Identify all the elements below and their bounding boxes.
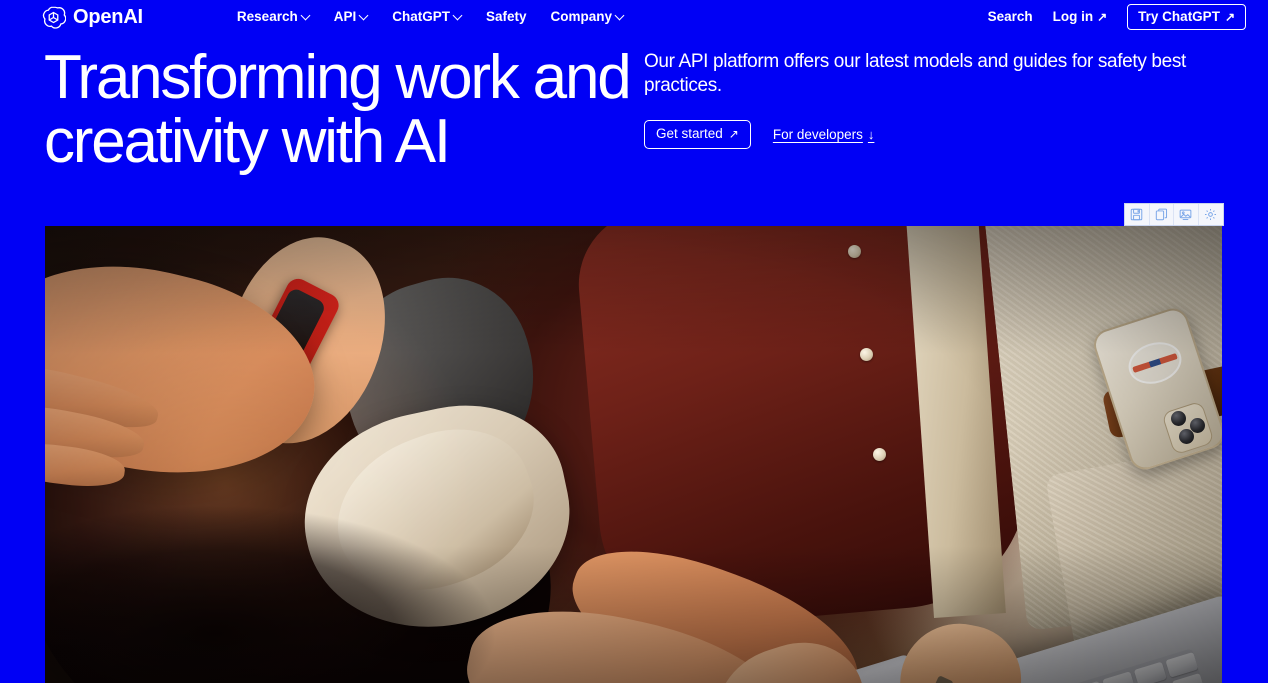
for-developers-link[interactable]: For developers ↓ bbox=[773, 127, 875, 142]
save-button[interactable] bbox=[1125, 204, 1150, 225]
nav-item-label: Research bbox=[236, 9, 298, 25]
chevron-down-icon bbox=[454, 12, 462, 20]
nav-item-label: Safety bbox=[486, 9, 527, 25]
photo-hand-typing bbox=[888, 612, 1032, 683]
chevron-down-icon bbox=[302, 12, 310, 20]
hero-copy-block: Our API platform offers our latest model… bbox=[644, 50, 1224, 149]
chevron-down-icon bbox=[616, 12, 624, 20]
photo-shirt-button bbox=[873, 448, 886, 461]
brand-logo-link[interactable]: OpenAI bbox=[41, 5, 143, 30]
search-label: Search bbox=[987, 9, 1033, 25]
openai-logo-icon bbox=[41, 5, 67, 30]
try-chatgpt-label: Try ChatGPT bbox=[1138, 8, 1220, 24]
try-chatgpt-button[interactable]: Try ChatGPT ↗ bbox=[1127, 3, 1246, 31]
photo-camera-lens bbox=[1171, 411, 1186, 426]
hero-image-content bbox=[45, 226, 1222, 683]
get-started-label: Get started bbox=[656, 126, 723, 142]
openai-homepage: OpenAI Research API ChatGPT Safety Compa… bbox=[0, 0, 1268, 683]
photo-shirt-button bbox=[860, 348, 873, 361]
nav-item-chatgpt[interactable]: ChatGPT bbox=[392, 10, 462, 24]
arrow-up-right-icon: ↗ bbox=[1097, 10, 1108, 24]
chevron-down-icon bbox=[360, 12, 368, 20]
photo-shirt-button bbox=[848, 245, 861, 258]
arrow-up-right-icon: ↗ bbox=[1224, 9, 1235, 24]
page-title: Transforming work and creativity with AI bbox=[44, 43, 632, 177]
arrow-up-right-icon: ↗ bbox=[728, 127, 739, 141]
save-icon bbox=[1130, 208, 1143, 221]
login-link[interactable]: Log in ↗ bbox=[1053, 10, 1108, 24]
copy-icon bbox=[1155, 208, 1168, 221]
image-icon bbox=[1179, 208, 1192, 221]
nav-item-safety[interactable]: Safety bbox=[486, 10, 527, 24]
settings-button[interactable] bbox=[1198, 204, 1223, 225]
brand-name: OpenAI bbox=[73, 6, 143, 28]
for-developers-label: For developers bbox=[772, 127, 863, 142]
login-label: Log in bbox=[1052, 9, 1094, 25]
nav-item-label: Company bbox=[550, 9, 613, 25]
hero-section: Transforming work and creativity with AI… bbox=[0, 34, 1268, 202]
nav-item-label: API bbox=[333, 9, 357, 25]
nav-actions: Search Log in ↗ Try ChatGPT ↗ bbox=[988, 3, 1246, 31]
nav-item-api[interactable]: API bbox=[334, 10, 369, 24]
main-navigation: OpenAI Research API ChatGPT Safety Compa… bbox=[0, 0, 1268, 34]
search-button[interactable]: Search bbox=[988, 10, 1033, 24]
get-started-button[interactable]: Get started ↗ bbox=[644, 120, 751, 149]
nav-item-company[interactable]: Company bbox=[551, 10, 625, 24]
hero-description: Our API platform offers our latest model… bbox=[644, 51, 1186, 97]
arrow-down-icon: ↓ bbox=[867, 127, 875, 142]
photo-camera-lens bbox=[1179, 429, 1194, 444]
nav-item-research[interactable]: Research bbox=[237, 10, 310, 24]
hero-image[interactable] bbox=[45, 226, 1222, 683]
copy-button[interactable] bbox=[1149, 204, 1174, 225]
settings-icon bbox=[1204, 208, 1217, 221]
nav-links: Research API ChatGPT Safety Company bbox=[237, 10, 624, 24]
nav-item-label: ChatGPT bbox=[392, 9, 450, 25]
open-image-button[interactable] bbox=[1174, 204, 1199, 225]
image-toolbar bbox=[1124, 203, 1224, 226]
hero-actions: Get started ↗ For developers ↓ bbox=[644, 120, 1224, 149]
